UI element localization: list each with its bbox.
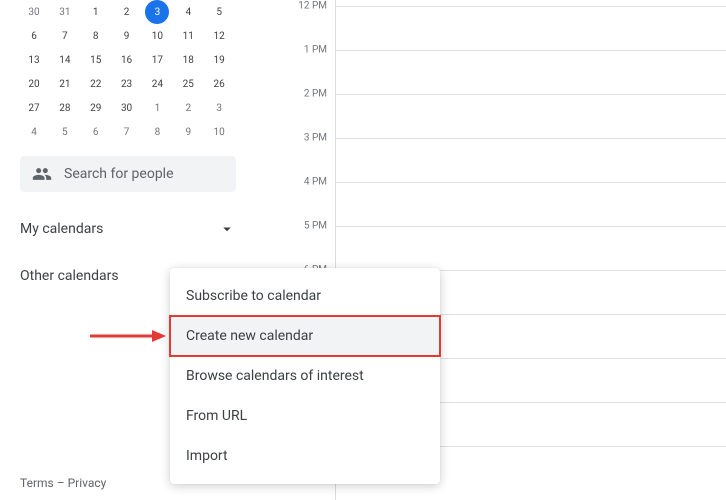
mini-cal-day[interactable]: 2 xyxy=(174,96,202,120)
mini-cal-day[interactable]: 27 xyxy=(20,96,48,120)
hour-line xyxy=(336,6,726,7)
mini-cal-day[interactable]: 3 xyxy=(145,0,169,24)
mini-cal-day[interactable]: 10 xyxy=(205,120,233,144)
mini-cal-day[interactable]: 2 xyxy=(113,0,141,24)
menu-item-browse-calendars-of-interest[interactable]: Browse calendars of interest xyxy=(170,356,440,396)
my-calendars-label: My calendars xyxy=(20,221,103,237)
hour-line xyxy=(336,50,726,51)
mini-cal-day[interactable]: 8 xyxy=(82,24,110,48)
time-label: 2 PM xyxy=(304,89,327,100)
search-people-input[interactable]: Search for people xyxy=(20,156,236,192)
mini-cal-day[interactable]: 7 xyxy=(113,120,141,144)
menu-item-import[interactable]: Import xyxy=(170,436,440,476)
mini-cal-day[interactable]: 25 xyxy=(174,72,202,96)
hour-line xyxy=(336,182,726,183)
mini-cal-day[interactable]: 8 xyxy=(143,120,171,144)
mini-cal-day[interactable]: 6 xyxy=(82,120,110,144)
time-label: 5 PM xyxy=(304,221,327,232)
mini-cal-day[interactable]: 1 xyxy=(143,96,171,120)
hour-line xyxy=(336,94,726,95)
mini-cal-day[interactable]: 7 xyxy=(51,24,79,48)
other-calendars-menu: Subscribe to calendarCreate new calendar… xyxy=(170,268,440,484)
hour-line xyxy=(336,226,726,227)
mini-cal-day[interactable]: 13 xyxy=(20,48,48,72)
mini-cal-day[interactable]: 6 xyxy=(20,24,48,48)
search-people-placeholder: Search for people xyxy=(64,166,174,182)
mini-cal-day[interactable]: 29 xyxy=(82,96,110,120)
mini-cal-day[interactable]: 3 xyxy=(205,96,233,120)
mini-calendar: 3031123456789101112131415161718192021222… xyxy=(20,0,236,144)
menu-item-subscribe-to-calendar[interactable]: Subscribe to calendar xyxy=(170,276,440,316)
people-icon xyxy=(32,164,52,184)
mini-cal-day[interactable]: 5 xyxy=(205,0,233,24)
mini-cal-day[interactable]: 21 xyxy=(51,72,79,96)
annotation-arrow xyxy=(90,326,170,350)
mini-cal-day[interactable]: 5 xyxy=(51,120,79,144)
mini-cal-day[interactable]: 19 xyxy=(205,48,233,72)
mini-cal-day[interactable]: 30 xyxy=(113,96,141,120)
chevron-down-icon xyxy=(218,220,236,238)
time-label: 1 PM xyxy=(304,45,327,56)
mini-cal-day[interactable]: 15 xyxy=(82,48,110,72)
mini-cal-day[interactable]: 20 xyxy=(20,72,48,96)
mini-cal-day[interactable]: 26 xyxy=(205,72,233,96)
mini-cal-day[interactable]: 28 xyxy=(51,96,79,120)
mini-cal-day[interactable]: 4 xyxy=(20,120,48,144)
mini-cal-day[interactable]: 30 xyxy=(20,0,48,24)
terms-link[interactable]: Terms xyxy=(20,476,54,490)
mini-cal-day[interactable]: 9 xyxy=(113,24,141,48)
mini-cal-day[interactable]: 10 xyxy=(143,24,171,48)
mini-cal-day[interactable]: 17 xyxy=(143,48,171,72)
time-label: 12 PM xyxy=(298,1,327,12)
menu-item-create-new-calendar[interactable]: Create new calendar xyxy=(170,316,440,356)
mini-cal-day[interactable]: 23 xyxy=(113,72,141,96)
mini-cal-day[interactable]: 4 xyxy=(174,0,202,24)
mini-cal-day[interactable]: 11 xyxy=(174,24,202,48)
privacy-link[interactable]: Privacy xyxy=(68,476,107,490)
mini-cal-day[interactable]: 18 xyxy=(174,48,202,72)
mini-cal-day[interactable]: 24 xyxy=(143,72,171,96)
mini-cal-day[interactable]: 16 xyxy=(113,48,141,72)
mini-cal-day[interactable]: 31 xyxy=(51,0,79,24)
other-calendars-label: Other calendars xyxy=(20,268,119,284)
mini-cal-day[interactable]: 22 xyxy=(82,72,110,96)
hour-line xyxy=(336,138,726,139)
mini-cal-day[interactable]: 14 xyxy=(51,48,79,72)
menu-item-from-url[interactable]: From URL xyxy=(170,396,440,436)
mini-cal-day[interactable]: 1 xyxy=(82,0,110,24)
time-label: 4 PM xyxy=(304,177,327,188)
time-label: 3 PM xyxy=(304,133,327,144)
my-calendars-section[interactable]: My calendars xyxy=(20,210,236,248)
mini-cal-day[interactable]: 9 xyxy=(174,120,202,144)
mini-cal-day[interactable]: 12 xyxy=(205,24,233,48)
